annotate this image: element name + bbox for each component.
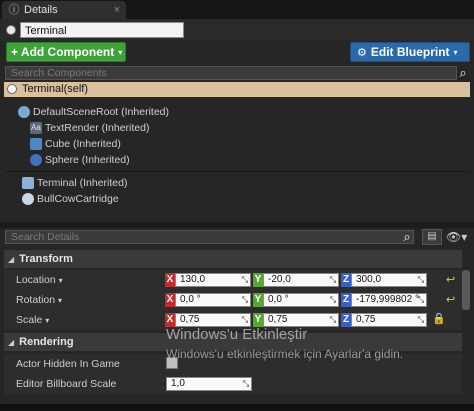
tree-item-label: BullCowCartridge: [37, 192, 119, 205]
windows-activation-subtitle: Windows'u etkinleştirmek için Ayarlar'a …: [166, 347, 404, 361]
details-search-input[interactable]: Search Details: [5, 230, 414, 244]
spin-arrows-icon[interactable]: ⤡: [241, 379, 251, 389]
actor-self-icon: [7, 84, 17, 94]
spin-arrows-icon[interactable]: ⤡: [416, 315, 426, 325]
scene-root-icon: [18, 105, 30, 118]
collapse-triangle-icon: ◢: [8, 337, 15, 347]
tree-item-label: Terminal (Inherited): [37, 176, 128, 189]
billboard-scale-field[interactable]: 1,0: [166, 377, 252, 391]
collapse-triangle-icon: ◢: [8, 254, 15, 264]
tree-divider: [4, 171, 470, 172]
add-component-button[interactable]: + Add Component ▾: [6, 42, 126, 62]
tree-item-cube[interactable]: Cube (Inherited): [30, 136, 121, 151]
eye-visibility-icon[interactable]: 👁▾: [446, 229, 470, 245]
search-icon[interactable]: ⌕: [400, 230, 414, 244]
reset-arrow-icon[interactable]: ↩: [446, 273, 455, 286]
spin-arrows-icon[interactable]: ⤡: [240, 275, 250, 285]
tab-title: Details: [24, 4, 58, 16]
self-row-label: Terminal(self): [22, 83, 89, 95]
y-axis-label: Y: [253, 273, 263, 287]
z-axis-label: Z: [341, 313, 351, 327]
tree-item-text-render[interactable]: Aa TextRender (Inherited): [30, 120, 149, 135]
rotation-label[interactable]: Rotation ▾: [16, 294, 62, 306]
component-self-row[interactable]: Terminal(self): [4, 82, 470, 97]
tree-item-default-scene-root[interactable]: DefaultSceneRoot (Inherited): [18, 104, 169, 119]
tree-item-bull-cow-cartridge[interactable]: BullCowCartridge: [22, 191, 119, 206]
details-scrollbar[interactable]: [462, 270, 470, 310]
z-axis-label: Z: [341, 273, 351, 287]
actor-name-input[interactable]: Terminal: [20, 22, 184, 38]
lock-icon[interactable]: 🔒: [432, 312, 446, 325]
edit-blueprint-button[interactable]: ⚙ Edit Blueprint ▾: [350, 42, 470, 62]
panel-splitter[interactable]: [0, 222, 474, 228]
section-title: Transform: [19, 253, 73, 265]
components-search-input[interactable]: Search Components: [5, 66, 457, 80]
chevron-down-icon: ▾: [453, 47, 458, 57]
blueprint-gear-icon: ⚙: [357, 46, 367, 59]
scale-label[interactable]: Scale ▾: [16, 314, 49, 326]
z-axis-label: Z: [341, 293, 351, 307]
spin-arrows-icon[interactable]: ⤡: [240, 295, 250, 305]
actor-hidden-label: Actor Hidden In Game: [16, 358, 120, 370]
billboard-scale-label: Editor Billboard Scale: [16, 378, 117, 390]
info-icon: ⓘ: [8, 4, 20, 16]
section-title: Rendering: [19, 336, 74, 348]
edit-blueprint-label: Edit Blueprint: [370, 45, 450, 59]
x-axis-label: X: [165, 313, 175, 327]
y-axis-label: Y: [253, 313, 263, 327]
close-icon[interactable]: ×: [114, 4, 120, 16]
y-axis-label: Y: [253, 293, 263, 307]
reset-arrow-icon[interactable]: ↩: [446, 293, 455, 306]
x-axis-label: X: [165, 273, 175, 287]
spin-arrows-icon[interactable]: ⤡: [416, 295, 426, 305]
tree-item-label: DefaultSceneRoot (Inherited): [33, 105, 169, 118]
transform-section-header[interactable]: ◢ Transform: [4, 250, 462, 268]
cube-icon: [30, 137, 42, 150]
search-icon[interactable]: ⌕: [456, 66, 470, 80]
sphere-icon: [30, 153, 42, 166]
cartridge-icon: [22, 192, 34, 205]
tree-item-terminal[interactable]: Terminal (Inherited): [22, 175, 127, 190]
add-component-label: + Add Component: [11, 45, 115, 59]
spin-arrows-icon[interactable]: ⤡: [328, 275, 338, 285]
tab-details[interactable]: ⓘ Details ×: [2, 1, 126, 19]
tree-item-label: Sphere (Inherited): [45, 153, 130, 166]
windows-activation-title: Windows'u Etkinleştir: [166, 326, 308, 343]
x-axis-label: X: [165, 293, 175, 307]
text-render-icon: Aa: [30, 121, 42, 134]
tree-item-label: Cube (Inherited): [45, 137, 121, 150]
tree-item-sphere[interactable]: Sphere (Inherited): [30, 152, 130, 167]
actor-icon: [6, 25, 16, 35]
terminal-icon: [22, 176, 34, 189]
spin-arrows-icon[interactable]: ⤡: [328, 315, 338, 325]
spin-arrows-icon[interactable]: ⤡: [328, 295, 338, 305]
spin-arrows-icon[interactable]: ⤡: [240, 315, 250, 325]
location-label[interactable]: Location ▾: [16, 274, 63, 286]
tree-item-label: TextRender (Inherited): [45, 121, 150, 134]
spin-arrows-icon[interactable]: ⤡: [416, 275, 426, 285]
chevron-down-icon: ▾: [118, 47, 123, 57]
property-matrix-icon[interactable]: ▤: [422, 229, 442, 245]
taskbar-strip: [0, 404, 474, 411]
